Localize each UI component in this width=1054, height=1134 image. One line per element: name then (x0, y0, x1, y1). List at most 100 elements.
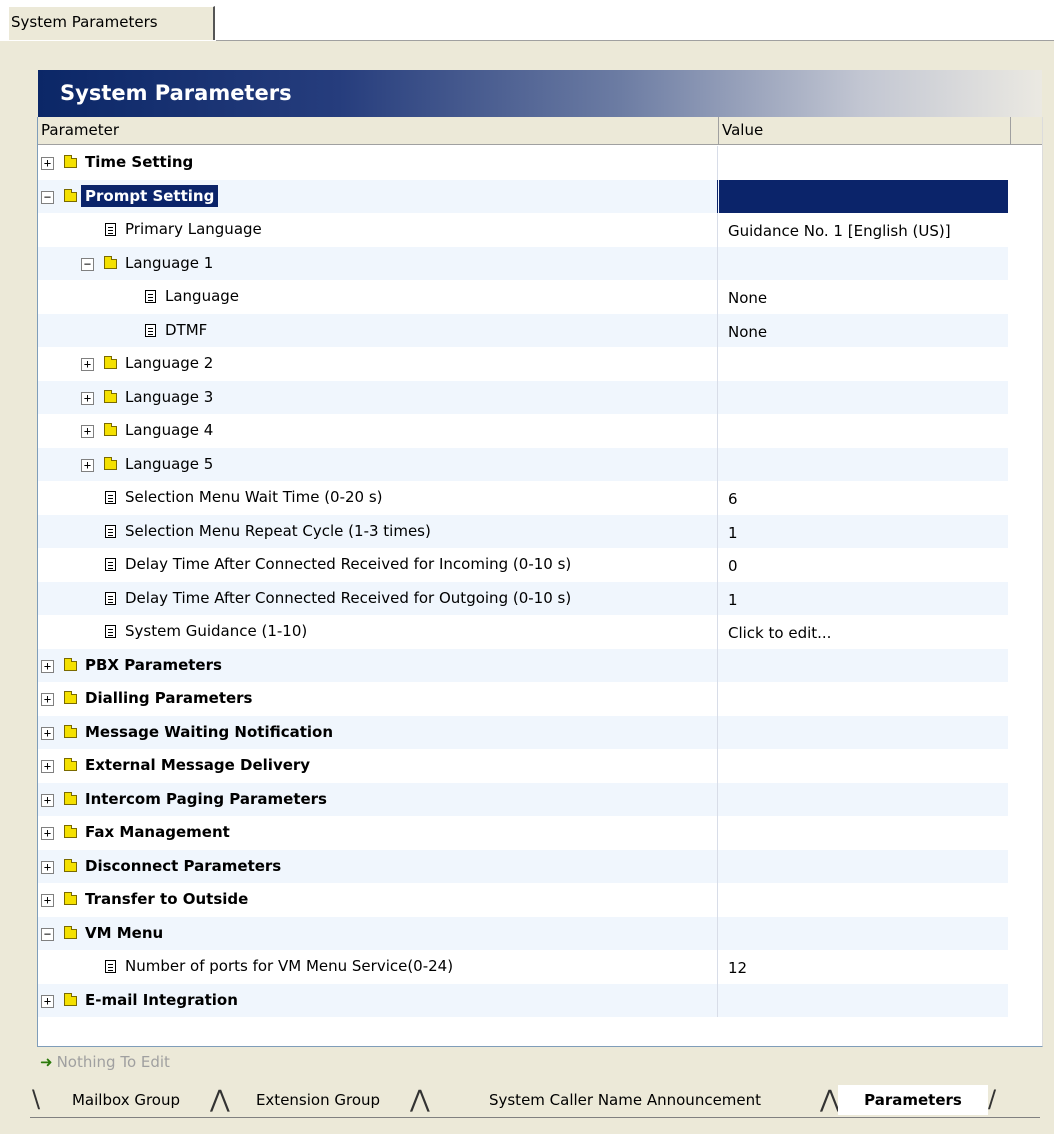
row-label: Language 4 (125, 421, 214, 439)
expand-icon[interactable]: + (41, 894, 54, 907)
table-row[interactable]: Number of ports for VM Menu Service(0-24… (38, 950, 1008, 984)
row-label: Language 3 (125, 387, 214, 406)
folder-icon (64, 825, 77, 838)
table-row[interactable]: + Intercom Paging Parameters (38, 782, 1008, 816)
expand-icon[interactable]: + (41, 860, 54, 874)
expand-icon[interactable]: + (41, 693, 54, 706)
table-row[interactable]: − Prompt Setting (38, 179, 1008, 213)
folder-icon (64, 188, 77, 202)
table-row[interactable]: + Message Waiting Notification (38, 715, 1008, 750)
expand-icon[interactable]: + (41, 994, 54, 1008)
column-divider (717, 648, 718, 682)
table-row[interactable]: System Guidance (1-10) Click to edit... (38, 615, 1008, 649)
parameter-cell: + Time Setting (38, 146, 718, 180)
table-row[interactable]: Selection Menu Wait Time (0-20 s) 6 (38, 481, 1008, 515)
tab-parameters[interactable]: Parameters (838, 1085, 988, 1115)
column-header-row: Parameter Value (38, 117, 1042, 145)
status-text: Nothing To Edit (56, 1053, 170, 1071)
table-row[interactable]: DTMF None (38, 313, 1008, 348)
table-row[interactable]: + Fax Management (38, 816, 1008, 850)
parameter-cell: + Message Waiting Notification (38, 716, 718, 750)
value-cell[interactable]: None (719, 280, 1008, 314)
expand-icon[interactable]: + (41, 793, 54, 807)
bottom-tabstrip-line (30, 1117, 1040, 1118)
table-row[interactable]: + Time Setting (38, 146, 1008, 180)
table-row[interactable]: Selection Menu Repeat Cycle (1-3 times) 1 (38, 514, 1008, 549)
table-row[interactable]: + E-mail Integration (38, 983, 1008, 1017)
value-cell[interactable]: 1 (719, 515, 1008, 549)
parameter-cell: + Language 4 (38, 414, 718, 448)
arrow-right-icon: ➜ (40, 1053, 53, 1071)
expand-icon[interactable]: + (81, 358, 94, 371)
value-cell[interactable]: Click to edit... (719, 615, 1008, 649)
column-divider (717, 682, 718, 716)
collapse-icon[interactable]: − (41, 927, 54, 941)
bottom-tabstrip: \ Mailbox Group ⋀ Extension Group ⋀ Syst… (30, 1085, 1050, 1119)
collapse-icon[interactable]: − (41, 190, 54, 204)
parameter-cell: Language (38, 280, 718, 314)
parameter-cell: − Language 1 (38, 247, 718, 281)
table-row[interactable]: − VM Menu (38, 916, 1008, 951)
expand-icon[interactable]: + (81, 425, 94, 438)
value-cell[interactable]: 0 (719, 548, 1008, 582)
value-cell[interactable]: None (719, 314, 1008, 348)
value-cell (719, 649, 1008, 683)
folder-icon (104, 456, 117, 470)
expand-icon[interactable]: + (41, 157, 54, 170)
table-row[interactable]: Primary Language Guidance No. 1 [English … (38, 213, 1008, 247)
value-cell (719, 682, 1008, 716)
value-cell (719, 146, 1008, 180)
table-row[interactable]: Delay Time After Connected Received for … (38, 548, 1008, 582)
expand-icon[interactable]: + (41, 659, 54, 673)
parameter-cell: + Transfer to Outside (38, 883, 718, 917)
table-row[interactable]: + PBX Parameters (38, 648, 1008, 683)
row-label: Dialling Parameters (85, 689, 253, 707)
table-row[interactable]: Language None (38, 280, 1008, 314)
expand-icon[interactable]: + (41, 760, 54, 773)
tab-mailbox-group[interactable]: Mailbox Group (46, 1085, 206, 1115)
column-divider (717, 916, 718, 950)
table-row[interactable]: Delay Time After Connected Received for … (38, 581, 1008, 616)
parameters-grid[interactable]: Parameter Value + Time Setting − Prompt Set… (37, 117, 1043, 1047)
column-divider (717, 146, 718, 180)
table-row[interactable]: + Dialling Parameters (38, 682, 1008, 716)
folder-icon (64, 724, 77, 738)
value-cell[interactable]: 1 (719, 582, 1008, 616)
column-header-value[interactable]: Value (719, 117, 1011, 145)
expand-icon[interactable]: + (41, 827, 54, 840)
expand-icon[interactable]: + (81, 458, 94, 472)
parameter-cell: − VM Menu (38, 917, 718, 951)
column-divider (717, 380, 718, 414)
value-cell[interactable]: Guidance No. 1 [English (US)] (719, 213, 1008, 247)
folder-icon (64, 892, 77, 905)
tab-separator: ⋀ (210, 1085, 230, 1113)
table-row[interactable]: + Transfer to Outside (38, 883, 1008, 917)
table-row[interactable]: − Language 1 (38, 246, 1008, 281)
expand-icon[interactable]: + (41, 726, 54, 740)
column-header-parameter[interactable]: Parameter (38, 117, 719, 145)
column-divider (717, 347, 718, 381)
tab-system-parameters[interactable]: System Parameters (8, 6, 215, 40)
value-cell[interactable]: 12 (719, 950, 1008, 984)
table-row[interactable]: + External Message Delivery (38, 749, 1008, 783)
table-row[interactable]: + Language 3 (38, 380, 1008, 414)
column-divider (717, 447, 718, 481)
collapse-icon[interactable]: − (81, 257, 94, 271)
tab-extension-group[interactable]: Extension Group (228, 1085, 408, 1115)
row-label: Delay Time After Connected Received for … (125, 555, 572, 573)
column-divider (717, 950, 718, 984)
value-cell[interactable]: 6 (719, 481, 1008, 515)
row-label: Disconnect Parameters (85, 856, 282, 875)
row-label: Fax Management (85, 823, 230, 841)
table-row[interactable]: + Language 5 (38, 447, 1008, 481)
expand-icon[interactable]: + (81, 391, 94, 405)
table-row[interactable]: + Disconnect Parameters (38, 849, 1008, 883)
row-label: Selection Menu Repeat Cycle (1-3 times) (125, 521, 431, 540)
tab-system-caller-name-announcement[interactable]: System Caller Name Announcement (440, 1085, 810, 1115)
table-row[interactable]: + Language 4 (38, 414, 1008, 448)
parameter-cell: + Language 2 (38, 347, 718, 381)
column-divider (717, 414, 718, 448)
row-label: PBX Parameters (85, 655, 222, 674)
table-row[interactable]: + Language 2 (38, 347, 1008, 381)
value-cell (719, 347, 1008, 381)
